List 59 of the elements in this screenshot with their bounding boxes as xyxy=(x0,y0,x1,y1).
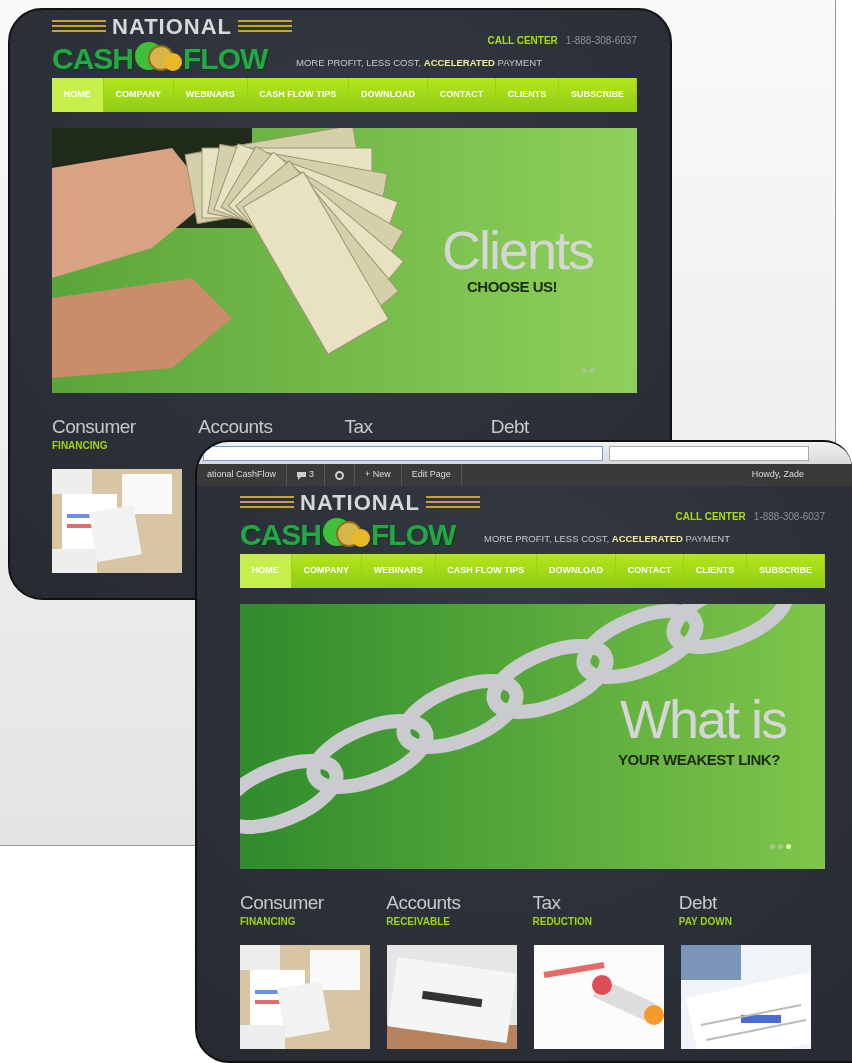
toolbar-link[interactable]: ational CashFlow xyxy=(207,468,277,482)
slider-dot[interactable] xyxy=(786,844,791,849)
toolbar-link[interactable]: + New xyxy=(365,468,391,482)
nav-tab[interactable]: SUBSCRIBE xyxy=(747,554,825,588)
search-field[interactable] xyxy=(609,445,809,461)
nav-tab[interactable]: WEBINARS xyxy=(173,78,248,112)
feature-title: Consumer xyxy=(240,893,325,914)
greeting-text[interactable]: Howdy, Zade xyxy=(751,468,852,482)
nav-tab[interactable]: SUBSCRIBE xyxy=(559,78,637,112)
logo-text: FLOW xyxy=(371,520,456,550)
nav-tab[interactable]: CLIENTS xyxy=(684,554,748,588)
logo-text: NATIONAL xyxy=(300,492,421,514)
nav-tab[interactable]: COMPANY xyxy=(291,554,362,588)
feature-subtitle: FINANCING xyxy=(52,438,109,453)
nav-tab[interactable]: DOWNLOAD xyxy=(349,78,428,112)
feature-subtitle: PAY DOWN xyxy=(678,914,733,929)
logo-text: FLOW xyxy=(183,44,268,74)
toolbar-link[interactable]: Edit Page xyxy=(411,468,451,482)
feature-title: Debt xyxy=(490,417,530,438)
feature-subtitle: FINANCING xyxy=(240,914,297,929)
subheadline: CHOOSE US! xyxy=(467,277,557,297)
call-center-label: CALL CENTER xyxy=(487,33,558,48)
feature-title: Debt xyxy=(678,893,718,914)
slider-dot[interactable] xyxy=(770,844,775,849)
feature-title: Tax xyxy=(532,893,562,914)
nav-tab[interactable]: COMPANY xyxy=(103,78,174,112)
address-field[interactable] xyxy=(203,445,603,461)
nav-tab[interactable]: CASH FLOW TIPS xyxy=(247,78,350,112)
nav-tab[interactable]: CONTACT xyxy=(615,554,684,588)
logo-text: CASH xyxy=(240,520,321,550)
nav-tab[interactable]: CASH FLOW TIPS xyxy=(435,554,538,588)
slider-dot[interactable] xyxy=(590,368,595,373)
nav-tab[interactable]: HOME xyxy=(240,554,292,588)
call-center-label: CALL CENTER xyxy=(675,509,746,524)
comment-icon xyxy=(297,470,307,480)
headline: What is xyxy=(620,692,787,746)
gear-icon xyxy=(335,470,345,480)
nav-tab[interactable]: WEBINARS xyxy=(361,554,436,588)
subheadline: YOUR WEAKEST LINK? xyxy=(618,750,780,770)
feature-title: Tax xyxy=(344,417,374,438)
logo-text: CASH xyxy=(52,44,133,74)
feature-title: Accounts xyxy=(386,893,462,914)
nav-tab[interactable]: HOME xyxy=(52,78,104,112)
slider-dot[interactable] xyxy=(778,844,783,849)
slider-dot[interactable] xyxy=(582,368,587,373)
feature-subtitle: RECEIVABLE xyxy=(386,914,451,929)
feature-subtitle: REDUCTION xyxy=(532,914,593,929)
feature-title: Consumer xyxy=(52,417,137,438)
nav-tab[interactable]: CLIENTS xyxy=(496,78,560,112)
phone-number: 1-888-308-6037 xyxy=(753,509,825,524)
feature-title: Accounts xyxy=(198,417,274,438)
phone-number: 1-888-308-6037 xyxy=(565,33,637,48)
tagline: MORE PROFIT, LESS COST, ACCELERATED PAYMENT xyxy=(484,531,731,546)
nav-tab[interactable]: DOWNLOAD xyxy=(537,554,616,588)
headline: Clients xyxy=(442,223,594,277)
nav-tab[interactable]: CONTACT xyxy=(427,78,496,112)
toolbar-link[interactable]: 3 xyxy=(309,468,315,482)
tagline: MORE PROFIT, LESS COST, ACCELERATED PAYMENT xyxy=(296,55,543,70)
logo-text: NATIONAL xyxy=(112,16,233,38)
